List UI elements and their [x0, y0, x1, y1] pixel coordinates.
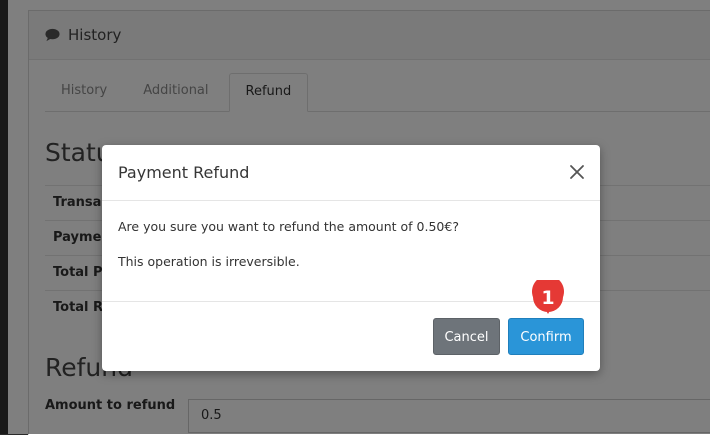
modal-header: Payment Refund: [102, 145, 600, 201]
refund-confirmation-message: Are you sure you want to refund the amou…: [118, 219, 459, 234]
payment-refund-modal: Payment Refund Are you sure you want to …: [102, 145, 600, 371]
modal-footer: Cancel Confirm: [102, 302, 600, 388]
badge-number: 1: [541, 287, 554, 309]
close-icon[interactable]: [568, 163, 586, 181]
confirm-button[interactable]: Confirm: [508, 318, 584, 355]
cancel-button[interactable]: Cancel: [433, 318, 500, 355]
irreversible-warning: This operation is irreversible.: [118, 254, 300, 269]
step-number-badge: 1: [532, 280, 564, 314]
modal-body: Are you sure you want to refund the amou…: [102, 201, 600, 302]
modal-title: Payment Refund: [118, 163, 250, 182]
